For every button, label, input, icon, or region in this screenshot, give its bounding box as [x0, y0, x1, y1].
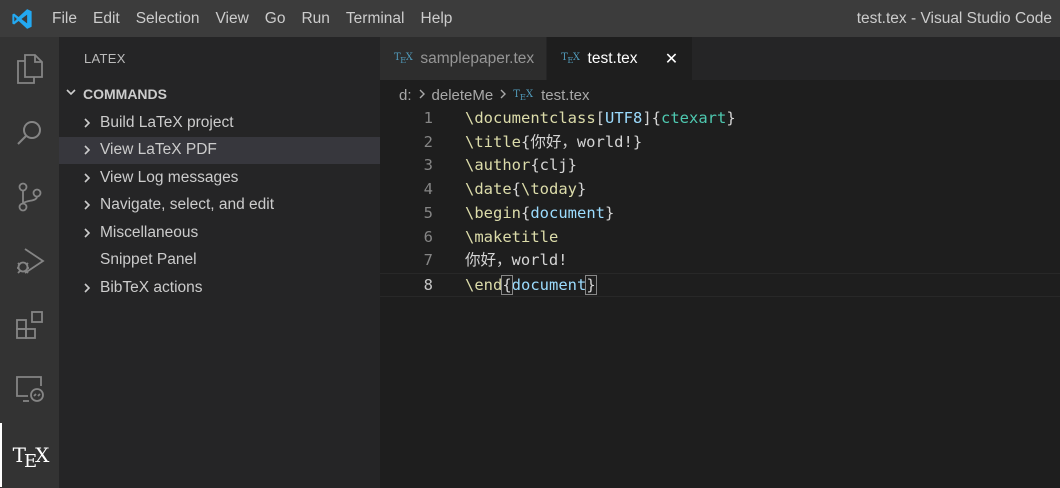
code-text: \author{clj}	[465, 156, 578, 175]
extensions-icon[interactable]	[0, 293, 59, 357]
activity-bar: TEX	[0, 37, 59, 488]
code-text: \documentclass[UTF8]{ctexart}	[465, 109, 736, 127]
editor-tabs: TEX samplepaper.tex TEX test.tex ✕	[380, 37, 1060, 80]
chevron-right-icon	[59, 227, 100, 239]
vscode-logo-icon	[0, 0, 44, 37]
menu-run[interactable]: Run	[293, 0, 337, 37]
code-line: 1 \documentclass[UTF8]{ctexart}	[380, 107, 1060, 131]
code-line: 5 \begin{document}	[380, 202, 1060, 226]
tree-item-snippet-panel[interactable]: Snippet Panel	[59, 247, 380, 275]
search-icon[interactable]	[0, 101, 59, 165]
code-text: 你好，world!	[465, 251, 568, 270]
tex-logo: TEX	[12, 443, 50, 472]
code-text: \end{document}	[465, 274, 597, 295]
breadcrumb-folder[interactable]: deleteMe	[432, 87, 494, 104]
commands-section-header[interactable]: COMMANDS	[59, 83, 380, 105]
menu-edit[interactable]: Edit	[85, 0, 128, 37]
tab-samplepaper[interactable]: TEX samplepaper.tex	[380, 37, 548, 80]
remote-explorer-icon[interactable]	[0, 357, 59, 421]
code-text: \title{你好，world!}	[465, 132, 643, 151]
code-text: \maketitle	[465, 227, 559, 246]
menu-selection[interactable]: Selection	[128, 0, 208, 37]
code-line: 2 \title{你好，world!}	[380, 131, 1060, 155]
code-line: 7 你好，world!	[380, 249, 1060, 273]
line-number: 4	[423, 180, 433, 199]
line-number: 7	[423, 251, 433, 270]
explorer-icon[interactable]	[0, 37, 59, 101]
sidebar: LATEX COMMANDS Build LaTeX project View …	[59, 37, 380, 488]
tab-label: test.tex	[587, 49, 638, 67]
menu-help[interactable]: Help	[413, 0, 461, 37]
chevron-right-icon	[499, 87, 507, 104]
tree-item-label: BibTeX actions	[100, 278, 203, 296]
menu-go[interactable]: Go	[257, 0, 294, 37]
chevron-right-icon	[59, 144, 100, 156]
chevron-right-icon	[59, 172, 100, 184]
sidebar-title: LATEX	[84, 51, 126, 66]
breadcrumb-drive[interactable]: d:	[399, 87, 412, 104]
window-title: test.tex - Visual Studio Code	[856, 10, 1052, 27]
chevron-right-icon	[418, 87, 426, 104]
title-bar: File Edit Selection View Go Run Terminal…	[0, 0, 1060, 37]
tab-test[interactable]: TEX test.tex ✕	[547, 37, 693, 80]
code-line: 4 \date{\today}	[380, 178, 1060, 202]
code-text: \begin{document}	[465, 203, 615, 222]
tree-item-label: View Log messages	[100, 168, 239, 186]
menu-file[interactable]: File	[44, 0, 85, 37]
tree-item-bibtex[interactable]: BibTeX actions	[59, 274, 380, 302]
run-debug-icon[interactable]	[0, 229, 59, 293]
line-number: 8	[423, 275, 433, 294]
breadcrumb: d: deleteMe TEX test.tex	[399, 84, 589, 106]
tree-item-label: Snippet Panel	[100, 251, 197, 269]
tree-item-view-pdf[interactable]: View LaTeX PDF	[59, 136, 380, 164]
line-number: 6	[423, 227, 433, 246]
menu-view[interactable]: View	[207, 0, 256, 37]
tex-icon[interactable]: TEX	[0, 423, 59, 487]
tree-item-label: Build LaTeX project	[100, 113, 234, 131]
code-line: 3 \author{clj}	[380, 154, 1060, 178]
code-editor[interactable]: 1 \documentclass[UTF8]{ctexart} 2 \title…	[380, 106, 1060, 488]
tex-file-icon: TEX	[394, 52, 413, 65]
tex-file-icon: TEX	[561, 52, 580, 65]
tree-item-label: Navigate, select, and edit	[100, 196, 275, 214]
chevron-right-icon	[59, 117, 100, 129]
menu-bar: File Edit Selection View Go Run Terminal…	[44, 0, 460, 37]
code-line-current: 8 \end{document}	[380, 272, 1060, 297]
chevron-down-icon	[59, 85, 83, 103]
tree-item-navigate[interactable]: Navigate, select, and edit	[59, 192, 380, 220]
tree-item-view-log[interactable]: View Log messages	[59, 164, 380, 192]
chevron-right-icon	[59, 282, 100, 294]
breadcrumb-file[interactable]: test.tex	[541, 87, 589, 104]
menu-terminal[interactable]: Terminal	[338, 0, 413, 37]
line-number: 2	[423, 132, 433, 151]
code-text: \date{\today}	[465, 180, 587, 199]
line-number: 3	[423, 156, 433, 175]
chevron-right-icon	[59, 199, 100, 211]
source-control-icon[interactable]	[0, 165, 59, 229]
tab-label: samplepaper.tex	[420, 49, 535, 67]
line-number: 5	[423, 203, 433, 222]
commands-tree: Build LaTeX project View LaTeX PDF View …	[59, 109, 380, 302]
tree-item-label: Miscellaneous	[100, 223, 199, 241]
code-line: 6 \maketitle	[380, 226, 1060, 250]
tree-item-misc[interactable]: Miscellaneous	[59, 219, 380, 247]
line-number: 1	[423, 109, 433, 127]
tree-item-label: View LaTeX PDF	[100, 141, 217, 159]
close-icon[interactable]: ✕	[664, 49, 680, 69]
section-label: COMMANDS	[83, 86, 167, 102]
tex-file-icon: TEX	[513, 88, 534, 102]
tree-item-build[interactable]: Build LaTeX project	[59, 109, 380, 137]
